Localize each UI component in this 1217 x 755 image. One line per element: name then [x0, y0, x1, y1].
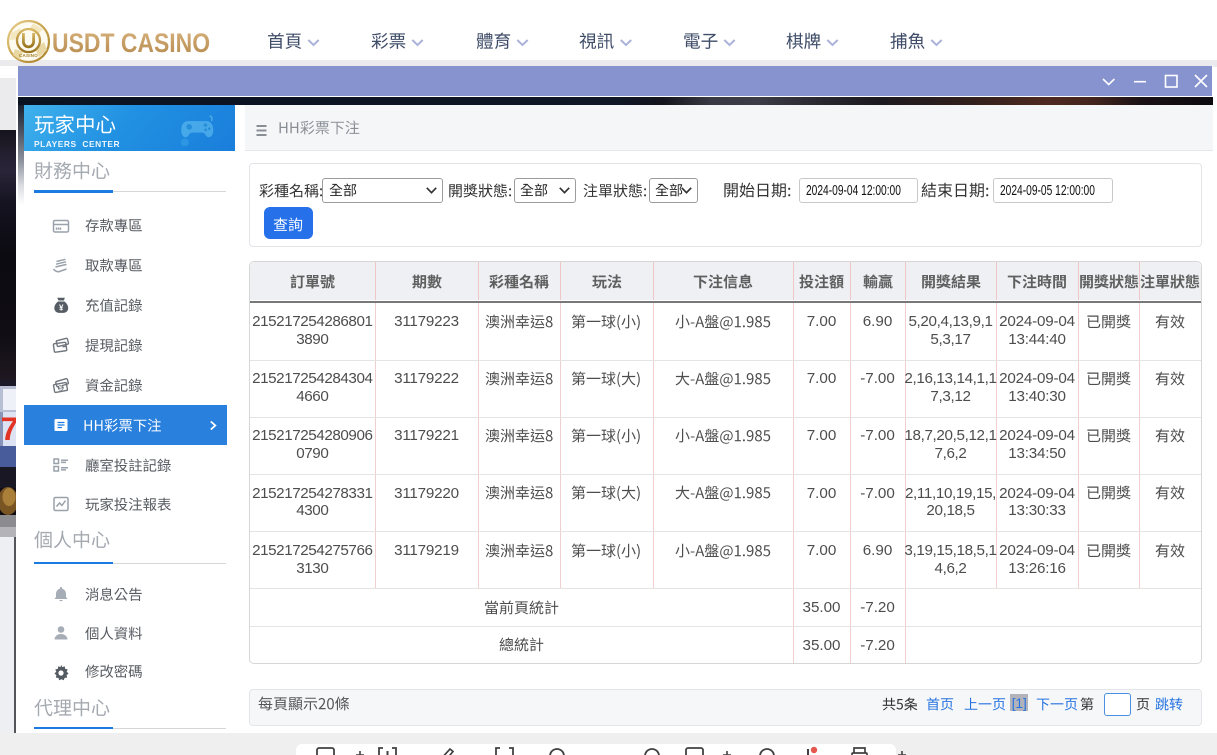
svg-text:7: 7: [1, 411, 16, 447]
svg-text:¥: ¥: [59, 304, 64, 313]
svg-text:$: $: [59, 385, 63, 392]
